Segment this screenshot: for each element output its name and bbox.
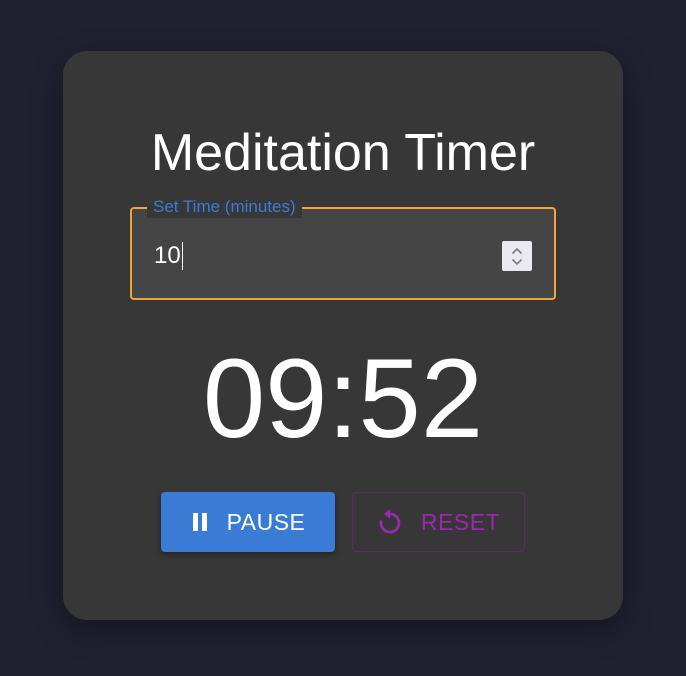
time-field-outline[interactable]: 10 <box>130 207 556 300</box>
reset-button[interactable]: RESET <box>352 492 525 552</box>
replay-icon <box>377 508 403 536</box>
page-title: Meditation Timer <box>150 124 536 182</box>
number-stepper[interactable] <box>502 241 532 271</box>
pause-icon <box>191 512 209 532</box>
time-field[interactable]: 10 Set Time (minutes) <box>130 196 556 300</box>
time-input[interactable]: 10 <box>154 239 183 273</box>
pause-button-label: PAUSE <box>226 508 306 535</box>
pause-button[interactable]: PAUSE <box>161 492 335 552</box>
countdown-display: 09:52 <box>202 336 484 461</box>
chevron-down-icon[interactable] <box>511 258 523 266</box>
text-caret <box>181 242 183 270</box>
chevron-up-icon[interactable] <box>511 247 523 255</box>
timer-card: Meditation Timer 10 Set Time (minutes) 0… <box>63 51 623 620</box>
time-input-value: 10 <box>154 242 181 269</box>
time-field-label: Set Time (minutes) <box>147 196 302 218</box>
reset-button-label: RESET <box>420 508 501 535</box>
